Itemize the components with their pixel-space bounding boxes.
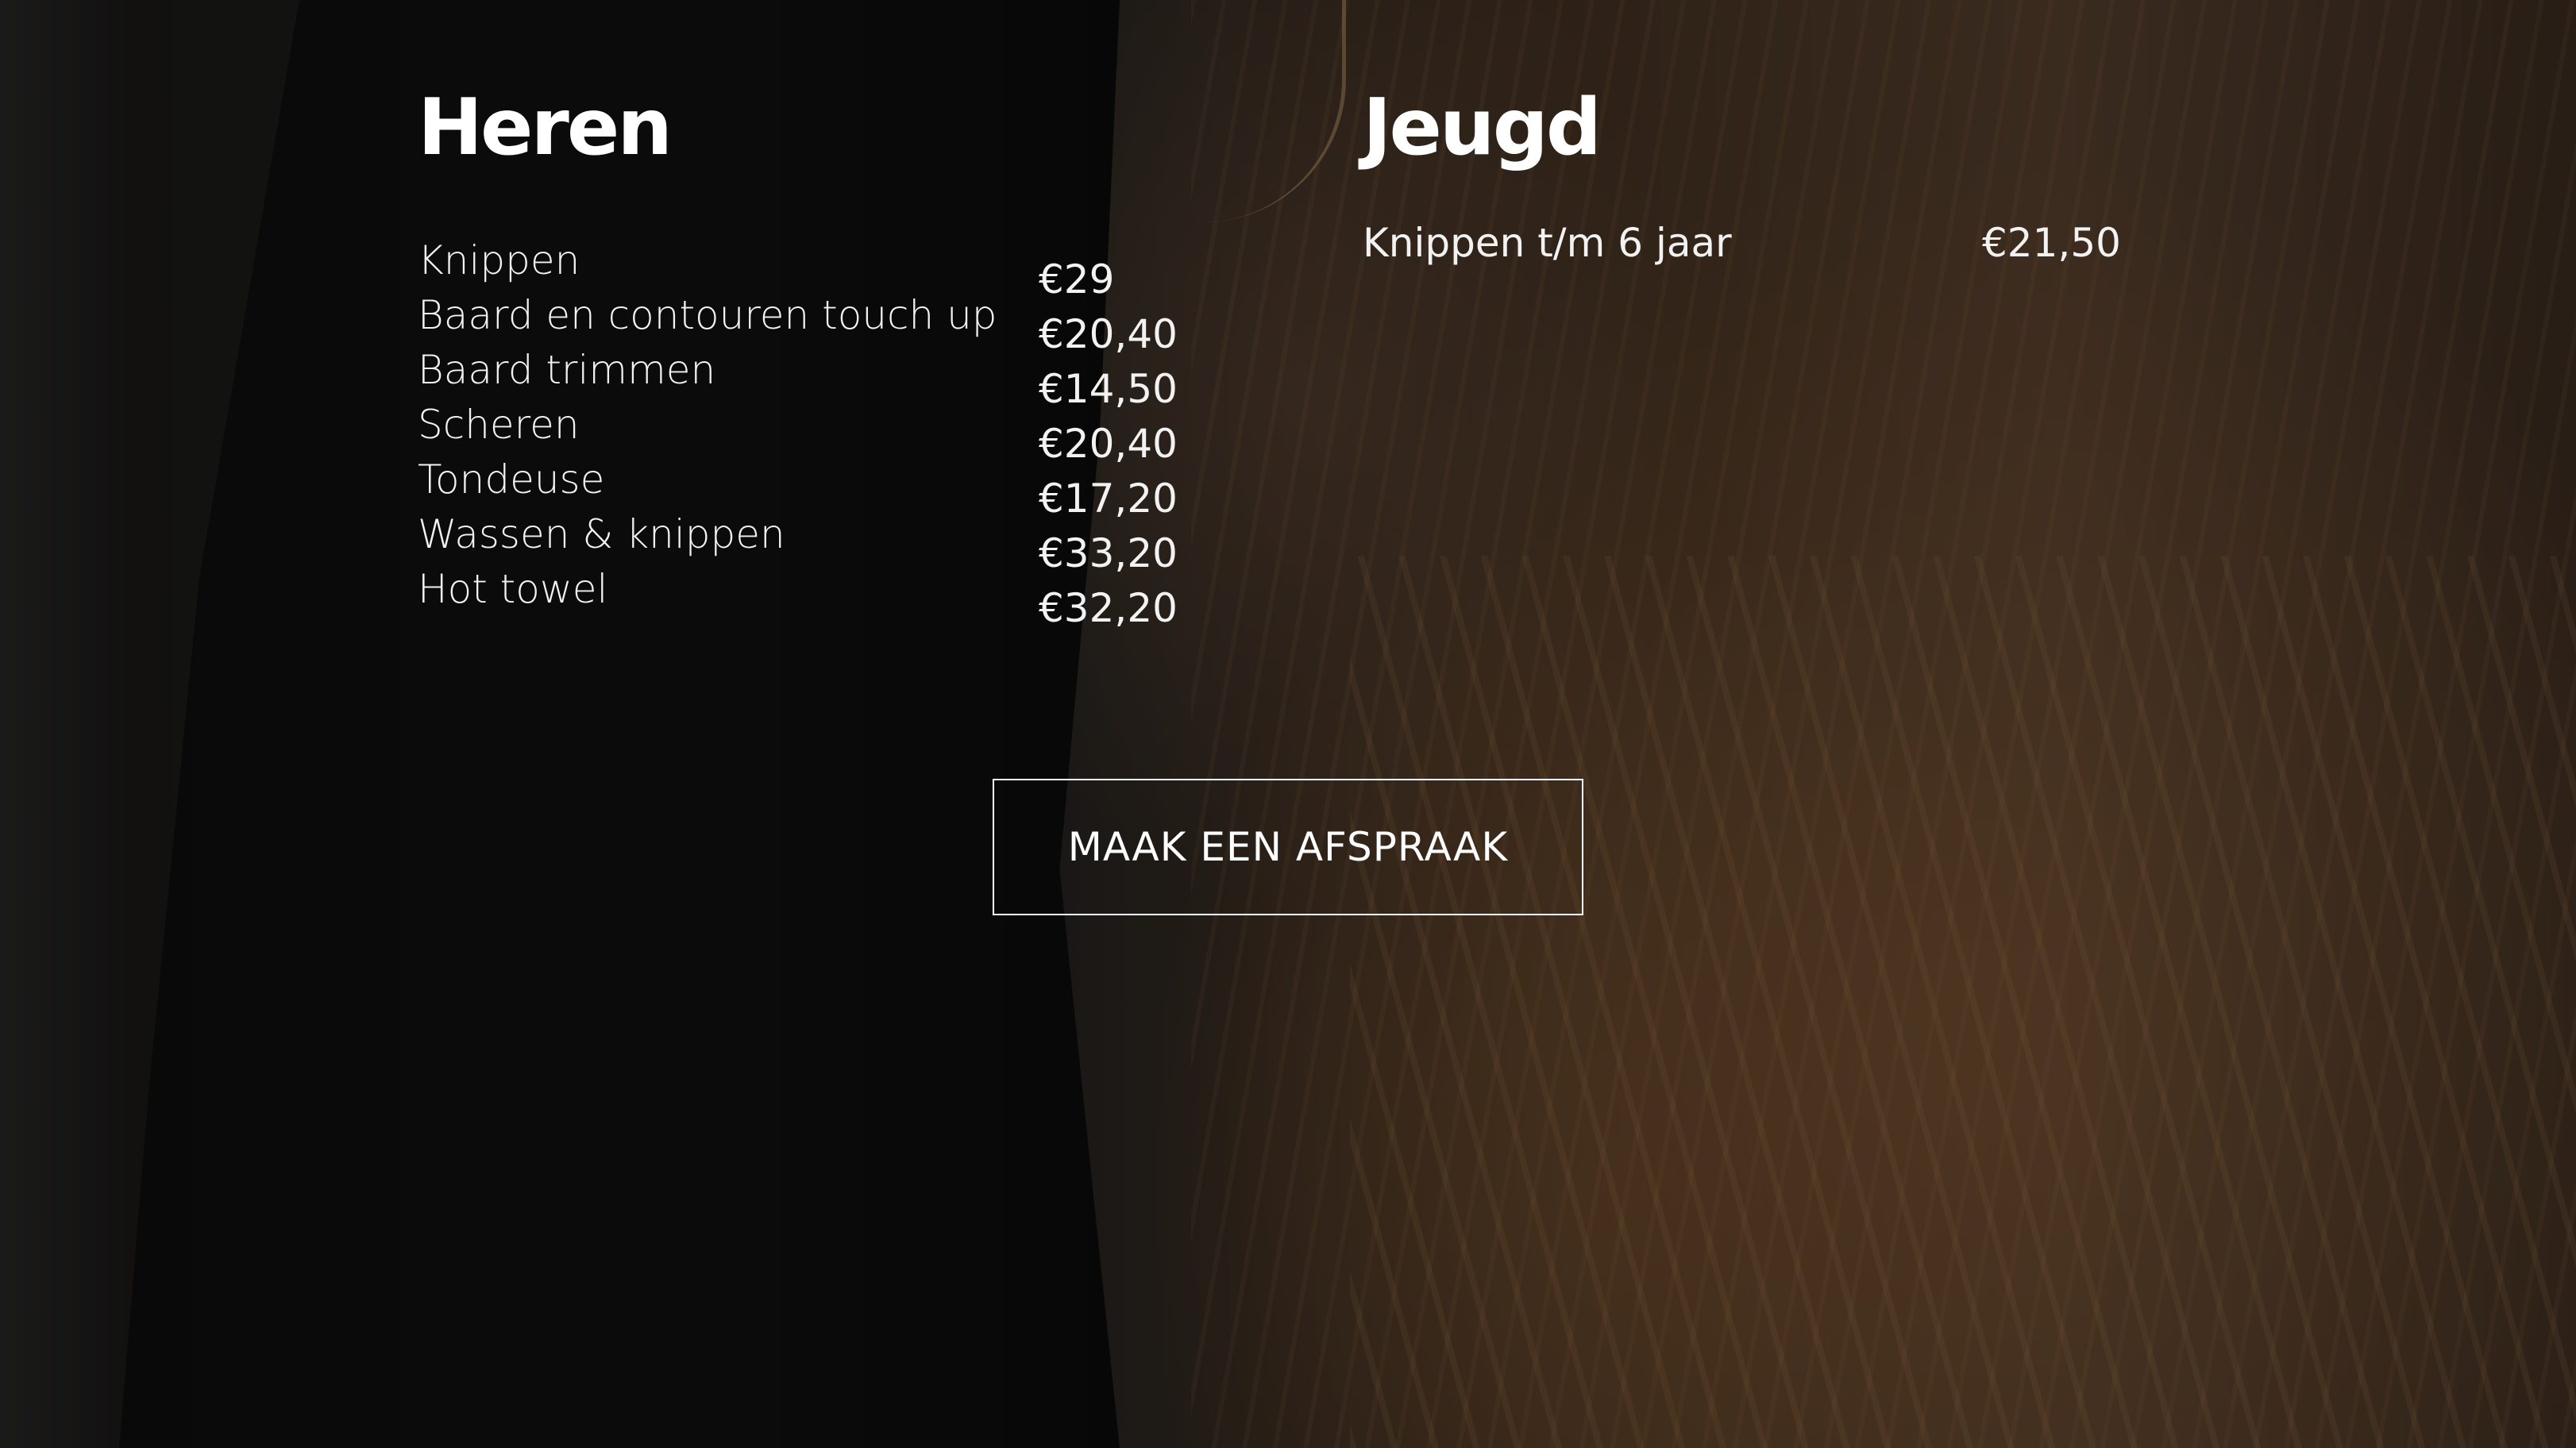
heren-price-list: €29 €20,40 €14,50 €20,40 €17,20 €33,20 €… — [1039, 252, 1178, 636]
heren-service-price: €20,40 — [1039, 311, 1178, 357]
heren-service-name: Baard trimmen — [418, 347, 716, 393]
price-list-section: Heren Knippen Baard en contouren touch u… — [0, 0, 2576, 1448]
heren-service-price: €20,40 — [1039, 421, 1178, 467]
background-overlay — [0, 0, 2576, 1448]
jeugd-service-price: €21,50 — [1982, 220, 2121, 266]
jeugd-service-row: Knippen t/m 6 jaar €21,50 — [1363, 216, 2121, 271]
heren-heading: Heren — [418, 83, 673, 173]
heren-service-name: Tondeuse — [418, 456, 605, 503]
heren-service-name: Knippen — [418, 237, 580, 283]
heren-service-price: €32,20 — [1039, 585, 1178, 631]
heren-service-name: Scheren — [418, 402, 580, 448]
make-appointment-button[interactable]: MAAK EEN AFSPRAAK — [993, 779, 1583, 915]
heren-service-price: €29 — [1039, 256, 1115, 302]
jeugd-heading: Jeugd — [1363, 83, 1602, 173]
jeugd-service-name: Knippen t/m 6 jaar — [1363, 220, 1732, 266]
heren-service-name: Wassen & knippen — [418, 511, 785, 557]
heren-service-price: €17,20 — [1039, 476, 1178, 522]
heren-service-name: Hot towel — [418, 566, 608, 612]
heren-service-list: Knippen Baard en contouren touch up Baar… — [418, 233, 997, 617]
heren-service-price: €33,20 — [1039, 530, 1178, 576]
heren-service-price: €14,50 — [1039, 366, 1178, 412]
heren-service-name: Baard en contouren touch up — [418, 292, 997, 338]
